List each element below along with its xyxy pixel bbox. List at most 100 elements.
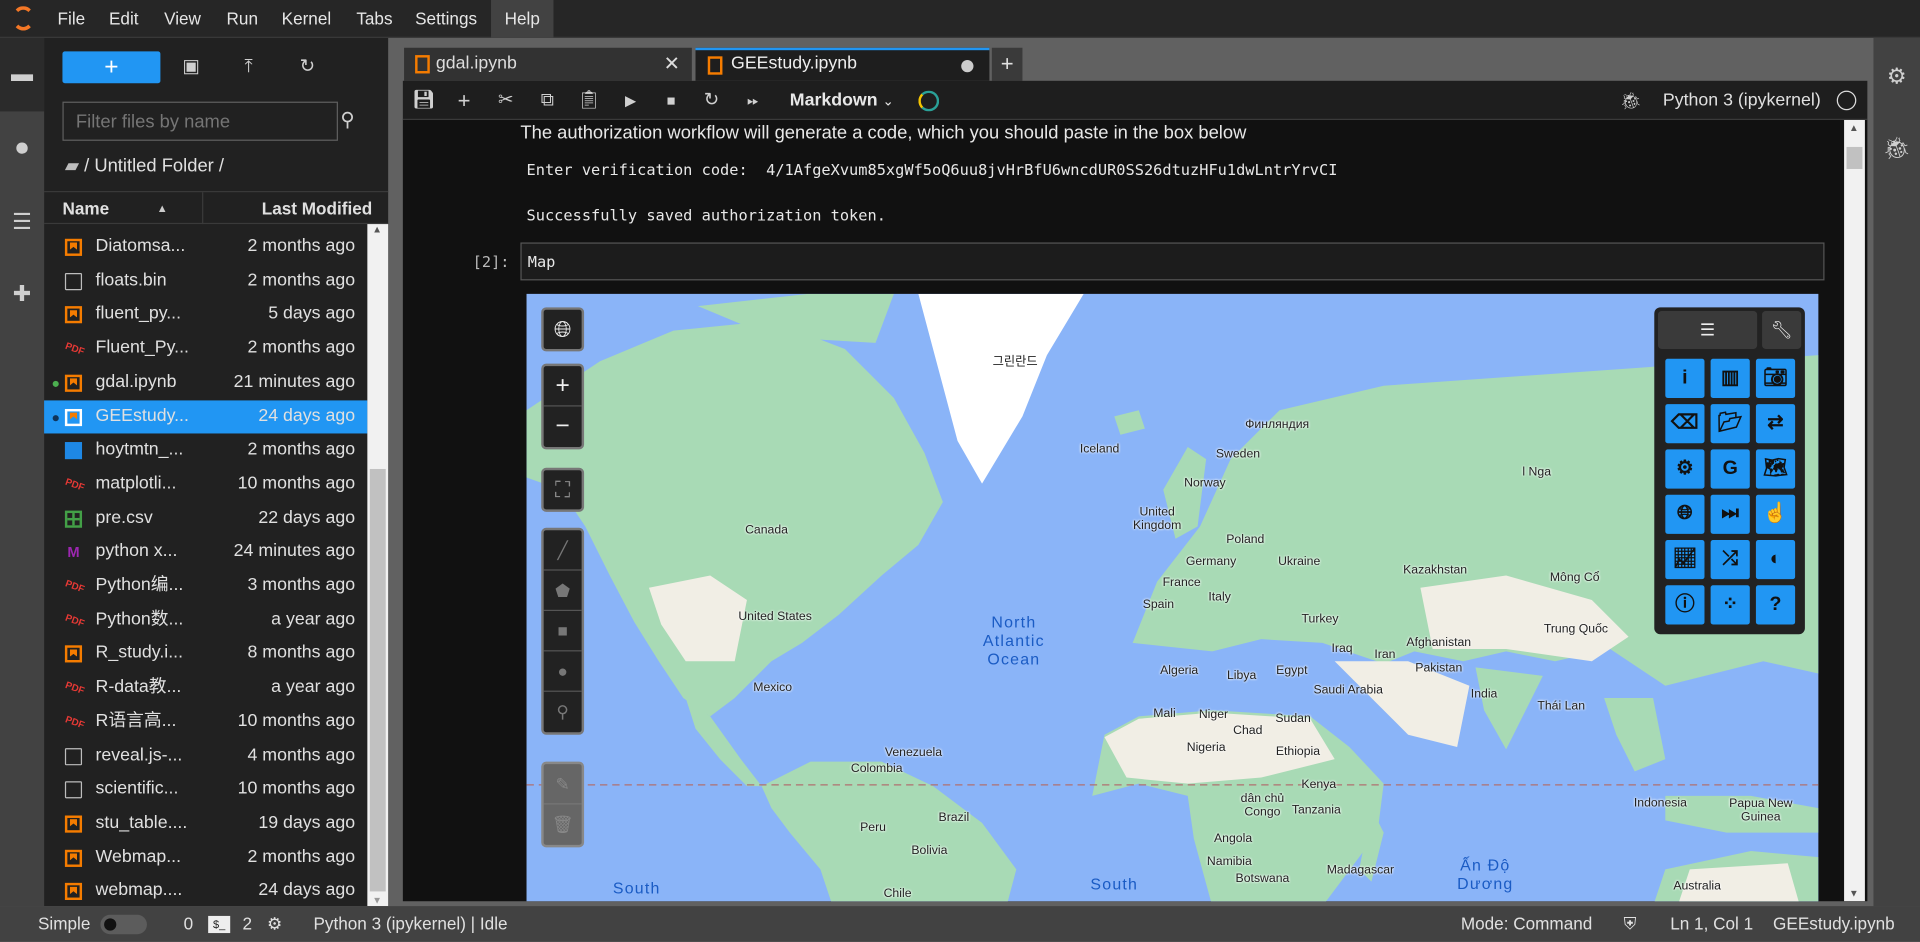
zoom-in-button[interactable]: + (543, 366, 582, 407)
line-chart-icon[interactable]: 📈︎ (1665, 540, 1705, 580)
debugger-bug-icon[interactable]: 🐞︎ (1620, 81, 1642, 120)
close-icon[interactable]: ✕ (664, 48, 680, 81)
unsaved-dot-icon[interactable] (961, 60, 974, 73)
adjust-contrast-icon[interactable]: ◐ (1755, 540, 1796, 580)
new-tab-button[interactable]: + (991, 47, 1023, 81)
file-row[interactable]: GEEstudy... 24 days ago (44, 399, 368, 434)
file-row[interactable]: pre.csv 22 days ago (44, 502, 367, 536)
delete-layers-icon[interactable]: 🗑︎ (544, 804, 582, 844)
file-row[interactable]: floats.bin 2 months ago (44, 264, 367, 298)
spinner-icon[interactable]: ⁘ (1710, 585, 1750, 625)
wrench-icon[interactable]: 🔧︎ (1762, 311, 1802, 349)
menu-edit[interactable]: Edit (100, 0, 147, 38)
file-row[interactable]: PDF Python数... a year ago (44, 603, 367, 637)
file-row[interactable]: Webmap... 2 months ago (44, 841, 367, 875)
basemap-globe-button[interactable]: 🌐︎ (541, 307, 585, 352)
copy-icon[interactable]: ⧉ (533, 86, 562, 115)
file-row[interactable]: PDF matplotli... 10 months ago (44, 468, 367, 502)
file-row[interactable]: scientific... 10 months ago (44, 773, 367, 807)
new-launcher-button[interactable]: + (62, 51, 161, 84)
trust-shield-icon[interactable]: ⛨ (1624, 906, 1637, 942)
cursor-position[interactable]: Ln 1, Col 1 (1670, 906, 1753, 942)
stop-icon[interactable]: ■ (656, 86, 685, 115)
new-folder-icon[interactable]: ▣ (176, 53, 205, 82)
info-icon[interactable]: i (1665, 358, 1705, 398)
draw-rectangle-icon[interactable]: ■ (543, 611, 582, 652)
file-row[interactable]: Diatomsa... 2 months ago (44, 230, 367, 264)
kernel-name[interactable]: Python 3 (ipykernel) (1663, 81, 1821, 120)
property-inspector-gears-icon[interactable]: ⚙ (1882, 61, 1911, 90)
file-row[interactable]: R_study.i... 8 months ago (44, 637, 367, 671)
refresh-icon[interactable]: ↻ (293, 53, 322, 82)
notebook-scrollbar[interactable]: ▲ ▼ (1844, 120, 1865, 902)
menu-view[interactable]: View (156, 0, 210, 38)
name-column-header[interactable]: Name (62, 192, 109, 224)
tab-gdal[interactable]: gdal.ipynb ✕ (404, 47, 692, 81)
gears-icon[interactable]: ⚙ (1665, 449, 1705, 489)
menu-run[interactable]: Run (218, 0, 267, 38)
filter-files-input[interactable] (62, 101, 338, 141)
random-icon[interactable]: ⤮ (1710, 540, 1750, 580)
paste-icon[interactable]: 📋︎ (574, 86, 603, 115)
breadcrumb[interactable]: ▰ / Untitled Folder / (65, 154, 224, 177)
file-row[interactable]: Mpython x... 24 minutes ago (44, 535, 367, 569)
simple-mode-toggle[interactable] (100, 914, 147, 935)
camera-icon[interactable]: 📷︎ (1755, 358, 1796, 398)
insert-cell-icon[interactable]: + (449, 86, 478, 115)
folder-icon[interactable]: ▬ (7, 59, 36, 88)
cell-type-select[interactable]: Markdown ⌄ (790, 81, 894, 121)
tab-geestudy[interactable]: GEEstudy.ipynb (695, 47, 990, 81)
sort-ascending-icon[interactable]: ▲ (157, 192, 168, 224)
extensions-puzzle-icon[interactable]: ✚ (7, 279, 36, 308)
eraser-icon[interactable]: ⌫ (1665, 404, 1705, 444)
file-row[interactable]: PDF Python编... 3 months ago (44, 569, 367, 603)
breadcrumb-path[interactable]: / Untitled Folder / (84, 156, 224, 177)
file-list-scrollbar[interactable]: ▲ ▼ (367, 224, 389, 907)
file-row[interactable]: PDF R语言高... 10 months ago (44, 705, 367, 739)
interactive-map[interactable]: 그린란드 Iceland Финляндия Sweden Norway United K… (526, 293, 1819, 902)
running-sessions-icon[interactable]: ⏺ (7, 133, 36, 162)
kernel-status[interactable]: Python 3 (ipykernel) | Idle (313, 906, 507, 942)
terminal-count[interactable]: 0 (184, 906, 194, 942)
menu-file[interactable]: File (49, 0, 94, 38)
map-icon[interactable]: 🗺︎ (1755, 449, 1796, 489)
menu-help[interactable]: Help (491, 0, 554, 38)
file-row[interactable]: PDF Fluent_Py... 2 months ago (44, 332, 367, 366)
zoom-out-button[interactable]: − (544, 407, 582, 447)
draw-marker-icon[interactable]: ⚲ (544, 692, 582, 732)
debugger-bug-icon[interactable]: 🐞︎ (1882, 133, 1911, 162)
file-row[interactable]: PDF R-data教... a year ago (44, 671, 367, 705)
hand-pointer-icon[interactable]: ☝ (1755, 494, 1796, 534)
chart-bar-icon[interactable]: ▥ (1710, 358, 1750, 398)
draw-polygon-icon[interactable]: ⬟ (543, 571, 582, 612)
last-modified-column-header[interactable]: Last Modified (262, 192, 372, 224)
google-icon[interactable]: G (1710, 449, 1750, 489)
fast-forward-icon[interactable]: ⏭︎ (1710, 494, 1750, 534)
folder-open-icon[interactable]: 📂︎ (1710, 404, 1750, 444)
file-row[interactable]: hoytmtn_... 2 months ago (44, 434, 367, 468)
menu-tabs[interactable]: Tabs (348, 0, 401, 38)
draw-polyline-icon[interactable]: ╱ (543, 530, 582, 571)
file-row[interactable]: webmap.... 24 days ago (44, 875, 367, 909)
run-icon[interactable]: ▶ (616, 86, 645, 115)
menu-kernel[interactable]: Kernel (273, 0, 340, 38)
fullscreen-button[interactable]: ⛶ (541, 467, 585, 512)
retweet-icon[interactable]: ⇄ (1755, 404, 1796, 444)
cut-icon[interactable]: ✂ (491, 86, 520, 115)
code-cell-input[interactable]: Map (520, 242, 1825, 281)
file-row[interactable]: fluent_py... 5 days ago (44, 298, 367, 332)
save-icon[interactable]: 💾︎ (409, 86, 438, 115)
restart-icon[interactable]: ↻ (697, 86, 726, 115)
edit-layers-icon[interactable]: ✎ (543, 764, 582, 805)
table-of-contents-icon[interactable]: ☰ (7, 207, 36, 236)
layers-stack-icon[interactable]: ☰ (1657, 311, 1758, 349)
question-icon[interactable]: ? (1755, 585, 1796, 625)
draw-circle-icon[interactable]: ● (543, 651, 582, 692)
upload-icon[interactable]: ⤒ (234, 53, 263, 82)
globe-icon[interactable]: 🌐︎ (1665, 494, 1705, 534)
file-row[interactable]: stu_table.... 19 days ago (44, 807, 367, 841)
fast-forward-icon[interactable]: ⏩︎ (738, 86, 767, 115)
info-circle-icon[interactable]: ⓘ (1665, 585, 1705, 625)
file-row[interactable]: gdal.ipynb 21 minutes ago (44, 366, 367, 400)
file-row[interactable]: reveal.js-... 4 months ago (44, 739, 367, 773)
